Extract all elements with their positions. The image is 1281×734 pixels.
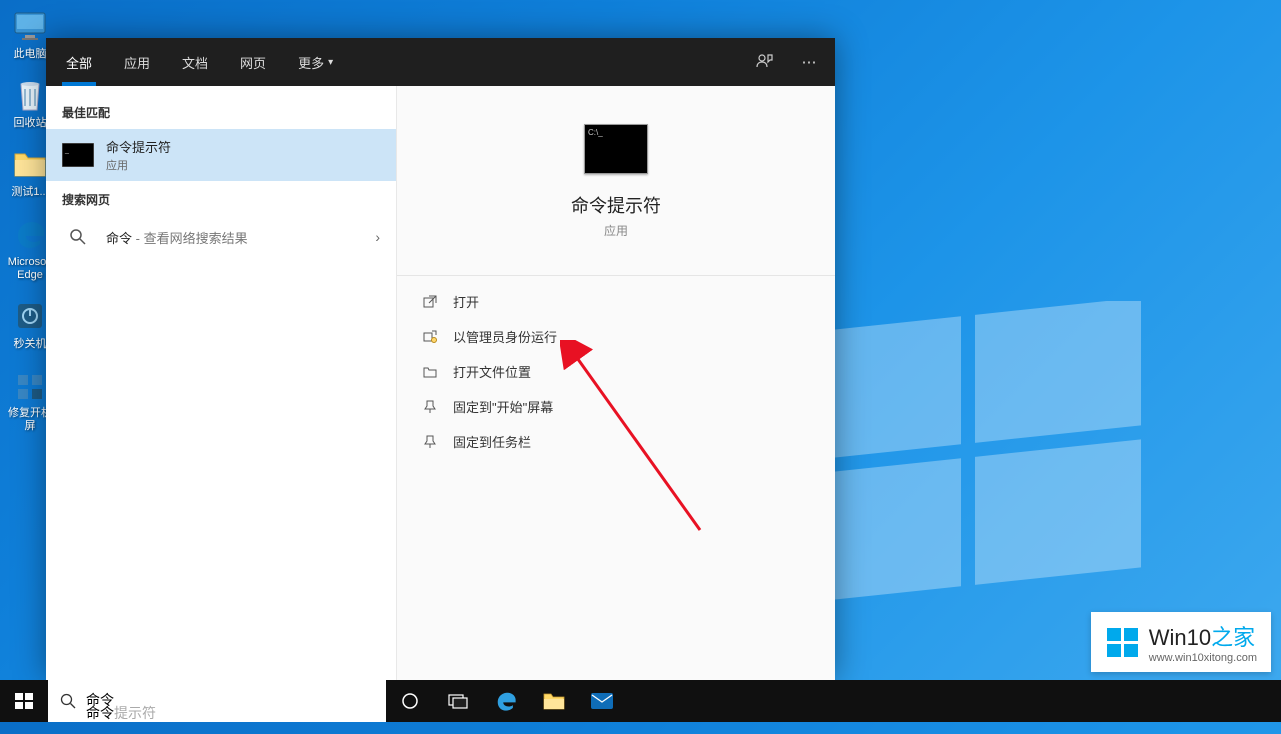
section-web-search: 搜索网页 [46, 181, 396, 216]
start-button[interactable] [0, 680, 48, 722]
recycle-bin-icon [12, 77, 48, 113]
watermark-url: www.win10xitong.com [1149, 652, 1257, 664]
chevron-down-icon: ▾ [328, 57, 333, 68]
chevron-right-icon: › [375, 229, 380, 245]
open-icon [421, 295, 439, 309]
more-options-icon[interactable]: ⋯ [787, 53, 831, 71]
action-run-as-admin[interactable]: 以管理员身份运行 [397, 319, 835, 354]
action-pin-start[interactable]: 固定到"开始"屏幕 [397, 389, 835, 424]
windows-logo-bg [821, 301, 1141, 621]
tab-web[interactable]: 网页 [224, 38, 282, 86]
repair-icon [12, 367, 48, 403]
watermark-badge: Win10之家 www.win10xitong.com [1091, 612, 1271, 672]
desktop-icon-label: 此电脑 [14, 48, 47, 61]
tab-more[interactable]: 更多▾ [282, 38, 349, 86]
pin-icon [421, 400, 439, 414]
cmd-icon: _ [62, 142, 94, 168]
preview-actions: 打开 以管理员身份运行 打开文件位置 固定到"开始"屏幕 固定到任务栏 [397, 275, 835, 467]
tab-all[interactable]: 全部 [50, 38, 108, 86]
taskbar-explorer-icon[interactable] [530, 680, 578, 722]
start-search-panel: 全部 应用 文档 网页 更多▾ ⋯ 最佳匹配 _ 命令提示符 应用 搜索网页 [46, 38, 835, 680]
result-web-search[interactable]: 命令 - 查看网络搜索结果 › [46, 216, 396, 258]
preview-app-icon: C:\_ [584, 124, 648, 174]
watermark-brand: Win10之家 [1149, 625, 1255, 650]
preview-title: 命令提示符 [571, 192, 661, 218]
search-icon [62, 224, 94, 250]
task-view-icon[interactable] [434, 680, 482, 722]
folder-location-icon [421, 365, 439, 379]
search-input[interactable] [86, 692, 374, 708]
folder-icon [12, 146, 48, 182]
shutdown-icon [12, 298, 48, 334]
taskbar-edge-icon[interactable] [482, 680, 530, 722]
taskbar-mail-icon[interactable] [578, 680, 626, 722]
pin-icon [421, 435, 439, 449]
result-cmd-prompt[interactable]: _ 命令提示符 应用 [46, 129, 396, 181]
feedback-icon[interactable] [743, 53, 787, 71]
result-title: 命令 - 查看网络搜索结果 [106, 228, 248, 247]
edge-icon [12, 216, 48, 252]
admin-icon [421, 330, 439, 344]
taskbar: 命令提示符 [0, 680, 1281, 722]
action-open-location[interactable]: 打开文件位置 [397, 354, 835, 389]
result-title: 命令提示符 [106, 137, 171, 156]
desktop-icon-label: 测试1... [11, 186, 48, 199]
taskbar-search-box[interactable]: 命令提示符 [48, 680, 386, 722]
search-filter-tabs: 全部 应用 文档 网页 更多▾ ⋯ [46, 38, 835, 86]
search-results-list: 最佳匹配 _ 命令提示符 应用 搜索网页 命令 - 查看网络搜索结果 › [46, 86, 397, 680]
preview-subtitle: 应用 [604, 222, 628, 239]
desktop-icon-label: 秒关机 [14, 338, 47, 351]
cortana-icon[interactable] [386, 680, 434, 722]
pc-icon [12, 8, 48, 44]
search-icon [60, 693, 76, 709]
tab-apps[interactable]: 应用 [108, 38, 166, 86]
result-subtitle: 应用 [106, 157, 171, 173]
tab-docs[interactable]: 文档 [166, 38, 224, 86]
windows-icon [1105, 624, 1141, 660]
svg-text:_: _ [64, 147, 69, 154]
section-best-match: 最佳匹配 [46, 94, 396, 129]
desktop-icon-label: 回收站 [14, 117, 47, 130]
action-pin-taskbar[interactable]: 固定到任务栏 [397, 424, 835, 459]
search-preview-pane: C:\_ 命令提示符 应用 打开 以管理员身份运行 打开文件位置 固 [397, 86, 835, 680]
action-open[interactable]: 打开 [397, 284, 835, 319]
